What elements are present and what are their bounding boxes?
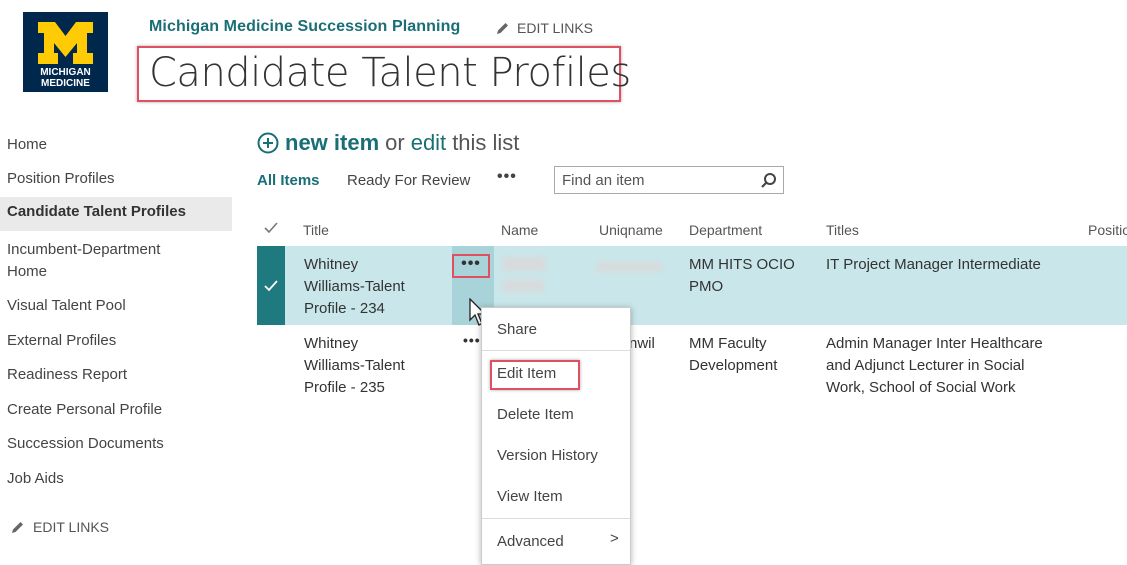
view-all-items[interactable]: All Items <box>257 172 320 189</box>
search-placeholder: Find an item <box>562 172 645 189</box>
row-department-line2: Development <box>689 357 778 374</box>
pencil-icon <box>12 521 23 533</box>
select-all-checkmark-icon[interactable] <box>264 222 278 234</box>
nav-item-visual-talent-pool[interactable]: Visual Talent Pool <box>7 295 126 317</box>
nav-item-home[interactable]: Home <box>7 134 47 156</box>
row-title-line2[interactable]: Williams-Talent <box>304 355 405 377</box>
column-header-department[interactable]: Department <box>689 222 762 238</box>
row-title-line3[interactable]: Profile - 235 <box>304 377 385 399</box>
menu-divider <box>482 350 630 351</box>
nav-item-job-aids[interactable]: Job Aids <box>7 468 64 490</box>
menu-item-view-item[interactable]: View Item <box>497 488 563 505</box>
edit-list-link[interactable]: edit <box>411 130 446 156</box>
row-title-line2[interactable]: Williams-Talent <box>304 276 405 298</box>
plus-circle-icon[interactable] <box>257 132 279 154</box>
row-title-line3[interactable]: Profile - 234 <box>304 298 385 320</box>
column-header-titles[interactable]: Titles <box>826 222 859 238</box>
logo-text-line1: MICHIGAN <box>40 67 91 78</box>
row-ellipsis-button[interactable]: ••• <box>463 329 481 351</box>
edit-links-label: EDIT LINKS <box>517 20 593 36</box>
row-title-line1[interactable]: Whitney <box>304 254 358 276</box>
edit-links-label: EDIT LINKS <box>33 519 109 535</box>
menu-item-edit-item[interactable]: Edit Item <box>497 365 556 382</box>
nav-item-incumbent-department[interactable]: Incumbent-Department <box>7 239 160 261</box>
redacted-name <box>502 280 544 292</box>
menu-divider <box>482 518 630 519</box>
site-title-link[interactable]: Michigan Medicine Succession Planning <box>149 18 460 36</box>
row-titles-line1: Admin Manager Inter Healthcare <box>826 335 1043 352</box>
row-uniqname-partial: nwil <box>629 335 655 352</box>
menu-item-version-history[interactable]: Version History <box>497 447 598 464</box>
row-department-line1: MM Faculty <box>689 335 767 352</box>
this-list-text: this list <box>452 130 520 155</box>
row-title-line1[interactable]: Whitney <box>304 333 358 355</box>
row-department-line2: PMO <box>689 278 724 295</box>
nav-item-external-profiles[interactable]: External Profiles <box>7 330 116 352</box>
menu-item-advanced[interactable]: Advanced <box>497 533 564 550</box>
redacted-name <box>502 257 546 271</box>
column-header-name[interactable]: Name <box>501 222 538 238</box>
row-titles-line2: and Adjunct Lecturer in Social <box>826 357 1025 374</box>
nav-item-position-profiles[interactable]: Position Profiles <box>7 168 115 190</box>
row-select-checkbox[interactable] <box>257 246 285 325</box>
column-header-title[interactable]: Title <box>303 222 329 238</box>
michigan-medicine-logo[interactable]: MICHIGAN MEDICINE <box>23 12 108 92</box>
nav-item-readiness-report[interactable]: Readiness Report <box>7 364 127 386</box>
block-m-icon <box>38 22 93 64</box>
page-title: Candidate Talent Profiles <box>149 50 631 96</box>
edit-links-bottom[interactable]: EDIT LINKS <box>10 519 109 535</box>
row-ellipsis-button[interactable]: ••• <box>452 254 490 278</box>
nav-item-create-personal-profile[interactable]: Create Personal Profile <box>7 399 162 421</box>
edit-links-top[interactable]: EDIT LINKS <box>495 20 593 36</box>
search-box[interactable]: Find an item <box>554 166 784 194</box>
or-text: or <box>385 130 405 155</box>
logo-text-line2: MEDICINE <box>41 78 90 89</box>
checkmark-icon <box>264 280 278 292</box>
new-item-command: new item or edit this list <box>257 130 519 156</box>
context-menu: Share Edit Item Delete Item Version Hist… <box>481 307 631 565</box>
new-item-link[interactable]: new item <box>285 130 379 156</box>
row-titles-line3: Work, School of Social Work <box>826 379 1016 396</box>
view-all-items-label: All Items <box>257 172 320 189</box>
search-icon[interactable] <box>760 172 777 189</box>
nav-item-label: Candidate Talent Profiles <box>7 203 186 220</box>
nav-item-succession-documents[interactable]: Succession Documents <box>7 433 164 455</box>
submenu-arrow-icon: > <box>610 530 619 547</box>
pencil-icon <box>497 22 508 34</box>
menu-item-delete-item[interactable]: Delete Item <box>497 406 574 423</box>
row-department-line1: MM HITS OCIO <box>689 256 795 273</box>
nav-item-candidate-talent-profiles[interactable]: Candidate Talent Profiles <box>0 197 232 231</box>
nav-item-incumbent-department-home[interactable]: Home <box>7 261 47 283</box>
column-header-position[interactable]: Positio <box>1088 222 1127 238</box>
row-titles-line1: IT Project Manager Intermediate <box>826 256 1041 273</box>
views-more-button[interactable]: ••• <box>497 168 517 186</box>
menu-item-share[interactable]: Share <box>497 321 537 338</box>
view-ready-for-review[interactable]: Ready For Review <box>347 172 470 189</box>
page-title-highlight: Candidate Talent Profiles <box>137 46 631 102</box>
column-header-uniqname[interactable]: Uniqname <box>599 222 663 238</box>
redacted-uniqname <box>596 262 662 272</box>
